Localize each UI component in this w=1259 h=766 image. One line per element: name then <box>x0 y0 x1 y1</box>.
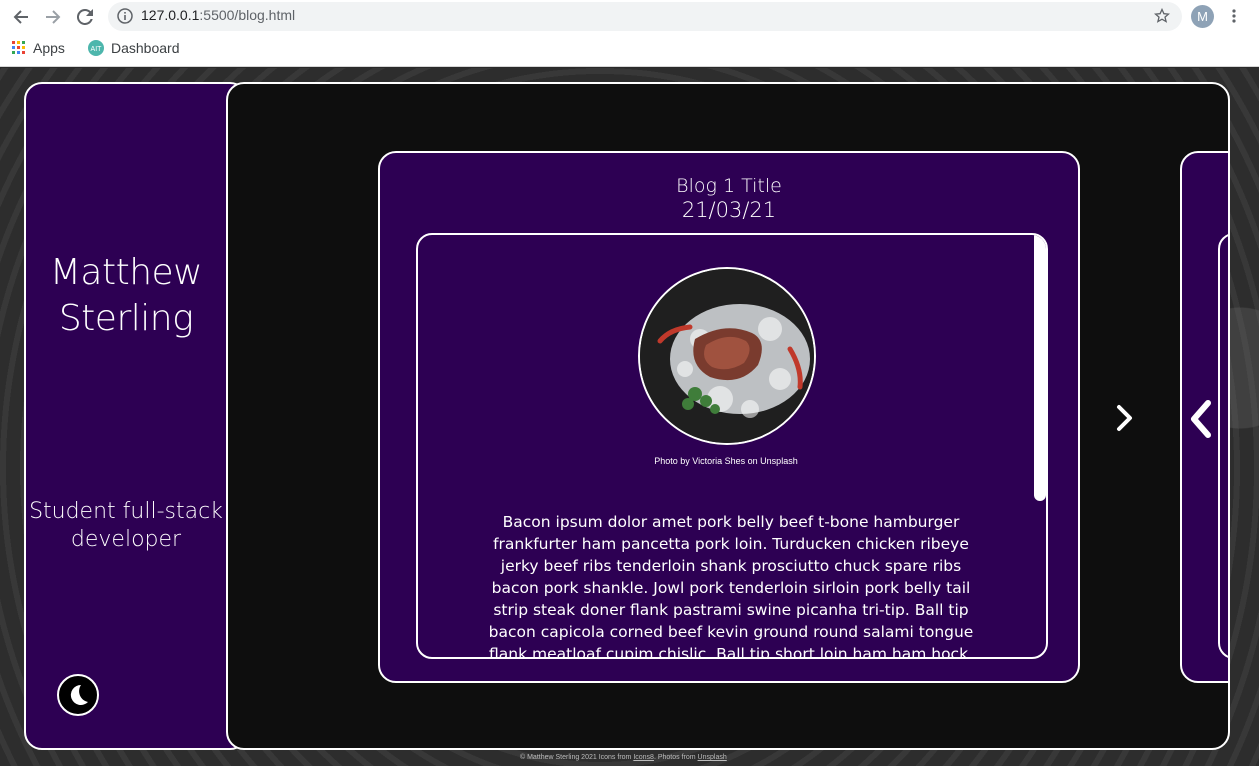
bookmark-dashboard-label: Dashboard <box>111 40 180 56</box>
back-button[interactable] <box>8 4 34 30</box>
bookmark-apps-label: Apps <box>33 40 65 56</box>
arrow-right-icon <box>46 10 61 24</box>
bookmarks-bar: Apps AIT Dashboard <box>0 34 1259 67</box>
blog-date: 21/03/21 <box>681 198 777 222</box>
svg-text:AIT: AIT <box>91 46 103 53</box>
steak-image <box>640 269 814 443</box>
sidebar: Matthew Sterling Student full-stack deve… <box>24 82 248 750</box>
blog-card: Blog 1 Title 21/03/21 Photo by Victoria … <box>378 151 1080 683</box>
scrollbar-thumb[interactable] <box>1034 235 1046 501</box>
page-footer: © Matthew Sterling 2021 Icons from Icons… <box>520 754 727 761</box>
url-host: 127.0.0.1 <box>141 7 200 23</box>
reload-button[interactable] <box>72 4 98 30</box>
footer-link-photos[interactable]: Unsplash <box>698 754 727 761</box>
next-blog-card <box>1180 151 1228 683</box>
footer-link-icons[interactable]: Icons8 <box>633 754 654 761</box>
author-name: Matthew Sterling <box>49 252 203 339</box>
info-icon[interactable] <box>117 8 133 24</box>
apps-grid-icon <box>12 41 25 54</box>
url-path: :5500/blog.html <box>199 7 296 23</box>
dashboard-icon: AIT <box>88 40 104 56</box>
blog-content-scroll[interactable]: Photo by Victoria Shes on Unsplash Bacon… <box>416 233 1048 659</box>
next-post-button[interactable] <box>1114 402 1136 434</box>
footer-text: © Matthew Sterling 2021 Icons from <box>520 754 632 761</box>
url-text[interactable]: 127.0.0.1:5500/blog.html <box>141 7 295 23</box>
blog-title: Blog 1 Title <box>676 175 782 197</box>
profile-avatar[interactable]: M <box>1191 5 1214 28</box>
next-blog-content <box>1218 233 1228 659</box>
main-panel: Blog 1 Title 21/03/21 Photo by Victoria … <box>226 82 1230 750</box>
reload-icon <box>77 9 93 25</box>
theme-toggle-button[interactable] <box>57 674 99 716</box>
author-role: Student full-stack developer <box>29 499 223 552</box>
star-icon[interactable] <box>1154 8 1170 24</box>
photo-caption: Photo by Victoria Shes on Unsplash <box>654 456 798 466</box>
blog-body-text: Bacon ipsum dolor amet pork belly beef t… <box>488 513 974 659</box>
moon-icon <box>70 684 88 705</box>
footer-mid: . Photos from <box>653 754 696 761</box>
browser-toolbar: 127.0.0.1:5500/blog.html M <box>0 0 1259 34</box>
chevron-left-icon <box>1191 400 1211 438</box>
prev-post-button[interactable] <box>1182 397 1218 441</box>
bookmark-dashboard[interactable]: AIT Dashboard <box>88 40 180 56</box>
chevron-right-icon <box>1117 405 1132 431</box>
arrow-left-icon <box>13 10 28 24</box>
blog-photo <box>638 267 816 445</box>
forward-button[interactable] <box>40 4 66 30</box>
bookmark-apps[interactable]: Apps <box>12 40 65 56</box>
kebab-menu-icon[interactable] <box>1230 8 1238 24</box>
